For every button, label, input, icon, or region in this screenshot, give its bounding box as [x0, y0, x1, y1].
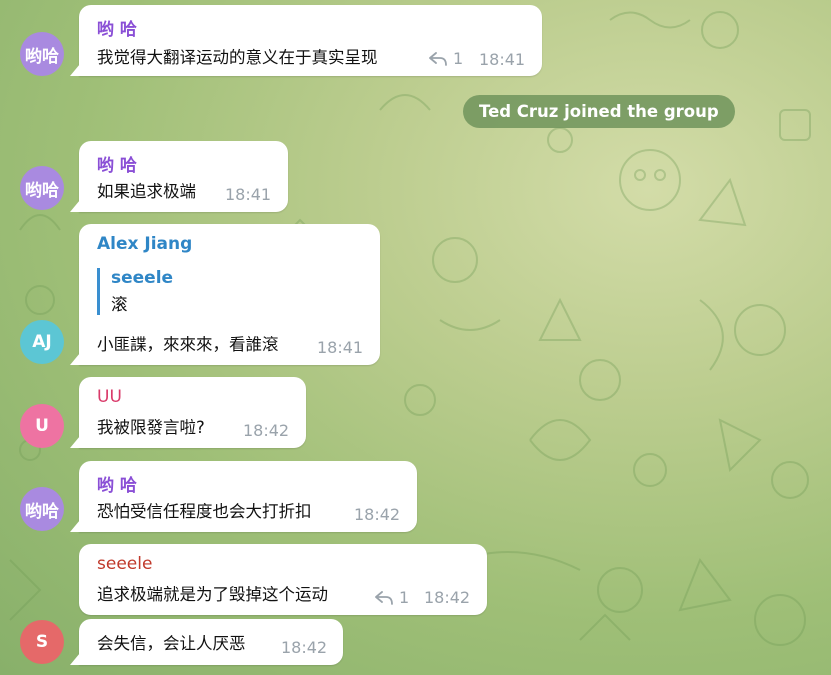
message-time: 18:42 — [354, 505, 401, 524]
message-bubble[interactable]: 哟 哈 如果追求极端 18:41 — [79, 141, 288, 212]
avatar-initials: 哟哈 — [25, 180, 59, 201]
replies-count[interactable]: 1 — [375, 588, 409, 607]
message-bubble[interactable]: UU 我被限發言啦? 18:42 — [79, 377, 306, 448]
service-message: Ted Cruz joined the group — [463, 95, 735, 128]
message-time: 18:42 — [424, 588, 471, 607]
avatar-initials: 哟哈 — [25, 501, 59, 522]
quote-sender: seeele — [111, 268, 174, 288]
avatar-initials: AJ — [32, 332, 52, 352]
message-text: 恐怕受信任程度也会大打折扣 — [97, 502, 312, 521]
message-text: 会失信，会让人厌恶 — [97, 634, 246, 653]
sender-name[interactable]: 哟 哈 — [97, 15, 137, 40]
reply-arrow-icon — [375, 590, 393, 605]
message-text: 我被限發言啦? — [97, 418, 205, 437]
replies-count-value: 1 — [453, 49, 464, 68]
avatar[interactable]: AJ — [20, 320, 64, 364]
message-time: 18:41 — [225, 185, 272, 204]
message-bubble[interactable]: 哟 哈 恐怕受信任程度也会大打折扣 18:42 — [79, 461, 417, 532]
quote-text: 滚 — [111, 295, 128, 314]
reply-arrow-icon — [429, 51, 447, 66]
sender-name[interactable]: 哟 哈 — [97, 471, 137, 496]
message-time: 18:41 — [317, 338, 364, 357]
message-bubble[interactable]: 哟 哈 我觉得大翻译运动的意义在于真实呈现 1 18:41 — [79, 5, 542, 76]
avatar-initials: S — [35, 632, 49, 652]
message-text: 我觉得大翻译运动的意义在于真实呈现 — [97, 48, 378, 67]
message-bubble[interactable]: Alex Jiang seeele 滚 小匪諜，來來來，看誰滾 18:41 — [79, 224, 380, 365]
message-text: 追求极端就是为了毁掉这个运动 — [97, 585, 328, 604]
sender-name[interactable]: seeele — [97, 554, 152, 574]
sender-name[interactable]: 哟 哈 — [97, 151, 137, 176]
avatar[interactable]: 哟哈 — [20, 32, 64, 76]
avatar[interactable]: U — [20, 404, 64, 448]
message-text: 小匪諜，來來來，看誰滾 — [97, 335, 279, 354]
message-time: 18:42 — [281, 638, 328, 657]
message-bubble[interactable]: seeele 追求极端就是为了毁掉这个运动 1 18:42 — [79, 544, 487, 615]
avatar-initials: U — [35, 416, 49, 436]
sender-name[interactable]: UU — [97, 387, 122, 407]
replies-count[interactable]: 1 — [429, 49, 463, 68]
sender-name[interactable]: Alex Jiang — [97, 234, 192, 254]
avatar[interactable]: 哟哈 — [20, 166, 64, 210]
avatar[interactable]: S — [20, 620, 64, 664]
avatar-initials: 哟哈 — [25, 46, 59, 67]
message-time: 18:42 — [243, 421, 290, 440]
reply-quote[interactable]: seeele 滚 — [97, 268, 173, 315]
message-bubble[interactable]: 会失信，会让人厌恶 18:42 — [79, 619, 343, 665]
avatar[interactable]: 哟哈 — [20, 487, 64, 531]
replies-count-value: 1 — [399, 588, 410, 607]
message-text: 如果追求极端 — [97, 182, 196, 201]
message-time: 18:41 — [479, 50, 526, 69]
